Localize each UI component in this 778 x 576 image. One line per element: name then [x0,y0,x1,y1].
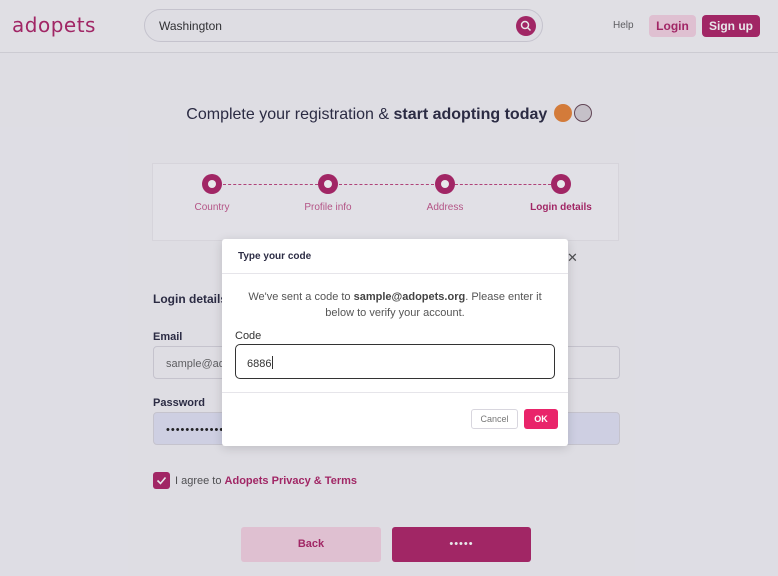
modal-message: We've sent a code to sample@adopets.org.… [236,289,554,321]
ok-button[interactable]: OK [524,409,558,429]
verify-code-modal: Type your code We've sent a code to samp… [222,239,568,446]
modal-message-email: sample@adopets.org [353,291,466,303]
modal-header: Type your code [222,239,568,274]
modal-divider [222,392,568,393]
text-caret [272,356,274,369]
code-input[interactable]: 6886 [235,344,555,379]
code-label: Code [235,330,262,342]
modal-message-pre: We've sent a code to [248,291,354,303]
modal-title: Type your code [238,251,312,262]
cancel-button[interactable]: Cancel [471,409,518,429]
code-value: 6886 [247,358,272,370]
